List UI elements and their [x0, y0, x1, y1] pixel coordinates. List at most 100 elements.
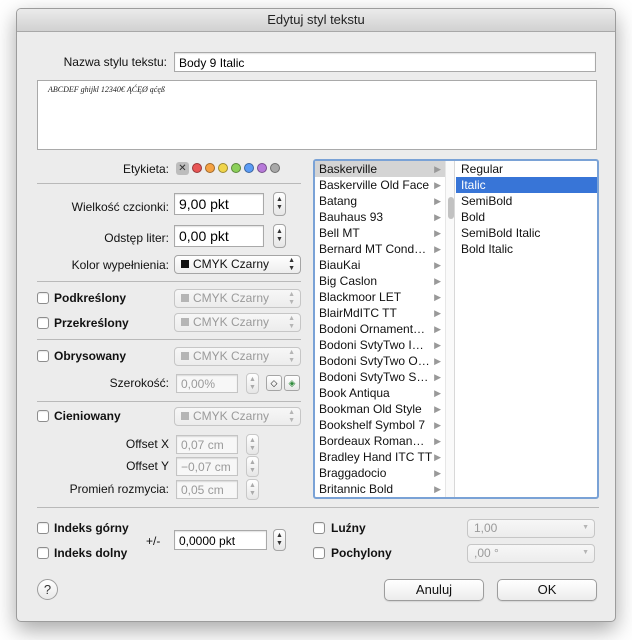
color-swatch [181, 260, 189, 268]
font-family-item[interactable]: Bodoni SvtyTwo S… ▶ [315, 369, 445, 385]
label-color-blue[interactable] [244, 163, 254, 173]
font-family-item[interactable]: Bodoni SvtyTwo I… ▶ [315, 337, 445, 353]
chevron-right-icon: ▶ [434, 324, 441, 334]
shadow-blur-input[interactable]: 0,05 cm [176, 480, 238, 499]
scroll-thumb[interactable] [448, 197, 454, 219]
chevron-right-icon: ▶ [434, 164, 441, 174]
font-family-item[interactable]: Bauhaus 93 ▶ [315, 209, 445, 225]
font-family-item[interactable]: Bookshelf Symbol 7 ▶ [315, 417, 445, 433]
shadow-label: Cieniowany [54, 409, 121, 423]
underline-color-value: CMYK Czarny [193, 291, 270, 305]
font-family-name: Baskerville [319, 162, 378, 176]
font-family-item[interactable]: Braggadocio ▶ [315, 465, 445, 481]
font-style-item[interactable]: SemiBold [456, 193, 597, 209]
font-family-name: Blackmoor LET [319, 290, 402, 304]
cancel-button[interactable]: Anuluj [384, 579, 484, 601]
font-family-item[interactable]: Bradley Hand ITC TT ▶ [315, 449, 445, 465]
outline-label: Obrysowany [54, 349, 127, 363]
font-family-item[interactable]: Bodoni Ornament… ▶ [315, 321, 445, 337]
outline-inside-icon[interactable]: ◇ [266, 375, 282, 391]
shadow-offset-y-stepper[interactable]: ▲ ▼ [246, 456, 259, 477]
font-family-item[interactable]: Britannic Bold ▶ [315, 481, 445, 497]
font-family-item[interactable]: BlairMdITC TT ▶ [315, 305, 445, 321]
font-family-item[interactable]: Bordeaux Roman… ▶ [315, 433, 445, 449]
color-swatch [181, 318, 189, 326]
font-family-item[interactable]: Baskerville Old Face ▶ [315, 177, 445, 193]
color-swatch [181, 352, 189, 360]
font-family-item[interactable]: Big Caslon ▶ [315, 273, 445, 289]
shadow-offset-x-input[interactable]: 0,07 cm [176, 435, 238, 454]
font-style-list[interactable]: Regular Italic SemiBold Bold SemiBold Italic… [456, 161, 597, 497]
popup-arrows-icon: ▲ ▼ [288, 409, 295, 424]
label-color-yellow[interactable] [218, 163, 228, 173]
font-family-item[interactable]: Bernard MT Cond… ▶ [315, 241, 445, 257]
strikethrough-color-popup[interactable]: CMYK Czarny ▲ ▼ [174, 313, 301, 332]
color-swatch [181, 412, 189, 420]
outline-outside-icon[interactable]: ◈ [284, 375, 300, 391]
style-name-input[interactable]: Body 9 Italic [174, 52, 596, 72]
font-family-item[interactable]: Book Antiqua ▶ [315, 385, 445, 401]
label-color-orange[interactable] [205, 163, 215, 173]
outline-width-input[interactable]: 0,00% [176, 374, 238, 393]
font-family-name: BiauKai [319, 258, 361, 272]
dropdown-arrow-icon: ▼ [582, 549, 589, 556]
font-style-item[interactable]: Italic [456, 177, 597, 193]
font-size-input[interactable]: 9,00 pkt [174, 193, 264, 215]
strikethrough-color-value: CMYK Czarny [193, 315, 270, 329]
font-family-scrollbar[interactable] [445, 161, 455, 497]
shadow-blur-stepper[interactable]: ▲ ▼ [246, 479, 259, 500]
font-family-item[interactable]: Bell MT ▶ [315, 225, 445, 241]
font-family-item[interactable]: Bookman Old Style ▶ [315, 401, 445, 417]
font-style-item[interactable]: Bold Italic [456, 241, 597, 257]
font-family-item[interactable]: Bodoni SvtyTwo O… ▶ [315, 353, 445, 369]
chevron-right-icon: ▶ [434, 404, 441, 414]
font-size-stepper[interactable]: ▲ ▼ [273, 192, 286, 216]
font-family-list[interactable]: Baskerville ▶ Baskerville Old Face ▶ Batang ▶… [315, 161, 445, 497]
popup-arrows-icon: ▲ ▼ [288, 349, 295, 364]
shadow-offset-y-input[interactable]: −0,07 cm [176, 457, 238, 476]
label-color-red[interactable] [192, 163, 202, 173]
font-family-name: Bauhaus 93 [319, 210, 384, 224]
chevron-right-icon: ▶ [434, 452, 441, 462]
loose-value: 1,00 [474, 521, 498, 535]
dialog-title: Edytuj styl tekstu [17, 9, 615, 32]
letter-spacing-input[interactable]: 0,00 pkt [174, 225, 264, 247]
baseline-shift-input[interactable]: 0,0000 pkt [174, 530, 267, 550]
ok-button[interactable]: OK [497, 579, 597, 601]
font-family-item[interactable]: Batang ▶ [315, 193, 445, 209]
font-style-item[interactable]: SemiBold Italic [456, 225, 597, 241]
label-color-purple[interactable] [257, 163, 267, 173]
loose-checkbox[interactable] [313, 522, 325, 534]
fill-color-popup[interactable]: CMYK Czarny ▲ ▼ [174, 255, 301, 274]
chevron-right-icon: ▶ [434, 340, 441, 350]
underline-checkbox[interactable] [37, 292, 49, 304]
shadow-checkbox[interactable] [37, 410, 49, 422]
baseline-shift-stepper[interactable]: ▲ ▼ [273, 529, 286, 551]
color-swatch [181, 294, 189, 302]
font-family-item[interactable]: Blackmoor LET ▶ [315, 289, 445, 305]
help-button[interactable]: ? [37, 579, 58, 600]
loose-value-combo[interactable]: 1,00 ▼ [467, 519, 595, 538]
baseline-label: +/- [146, 534, 161, 548]
strikethrough-checkbox[interactable] [37, 317, 49, 329]
shadow-offset-x-stepper[interactable]: ▲ ▼ [246, 434, 259, 455]
oblique-checkbox[interactable] [313, 547, 325, 559]
outline-color-popup[interactable]: CMYK Czarny ▲ ▼ [174, 347, 301, 366]
separator [37, 401, 301, 402]
font-style-item[interactable]: Regular [456, 161, 597, 177]
underline-color-popup[interactable]: CMYK Czarny ▲ ▼ [174, 289, 301, 308]
clear-label-icon[interactable]: ✕ [176, 161, 189, 175]
label-color-green[interactable] [231, 163, 241, 173]
superscript-checkbox[interactable] [37, 522, 49, 534]
outline-width-stepper[interactable]: ▲ ▼ [246, 373, 259, 394]
outline-checkbox[interactable] [37, 350, 49, 362]
font-family-item[interactable]: Baskerville ▶ [315, 161, 445, 177]
font-family-item[interactable]: BiauKai ▶ [315, 257, 445, 273]
label-color-gray[interactable] [270, 163, 280, 173]
font-style-item[interactable]: Bold [456, 209, 597, 225]
shadow-color-popup[interactable]: CMYK Czarny ▲ ▼ [174, 407, 301, 426]
oblique-value-combo[interactable]: ,00 ° ▼ [467, 544, 595, 563]
oblique-label: Pochylony [331, 546, 392, 560]
letter-spacing-stepper[interactable]: ▲ ▼ [273, 224, 286, 248]
subscript-checkbox[interactable] [37, 547, 49, 559]
